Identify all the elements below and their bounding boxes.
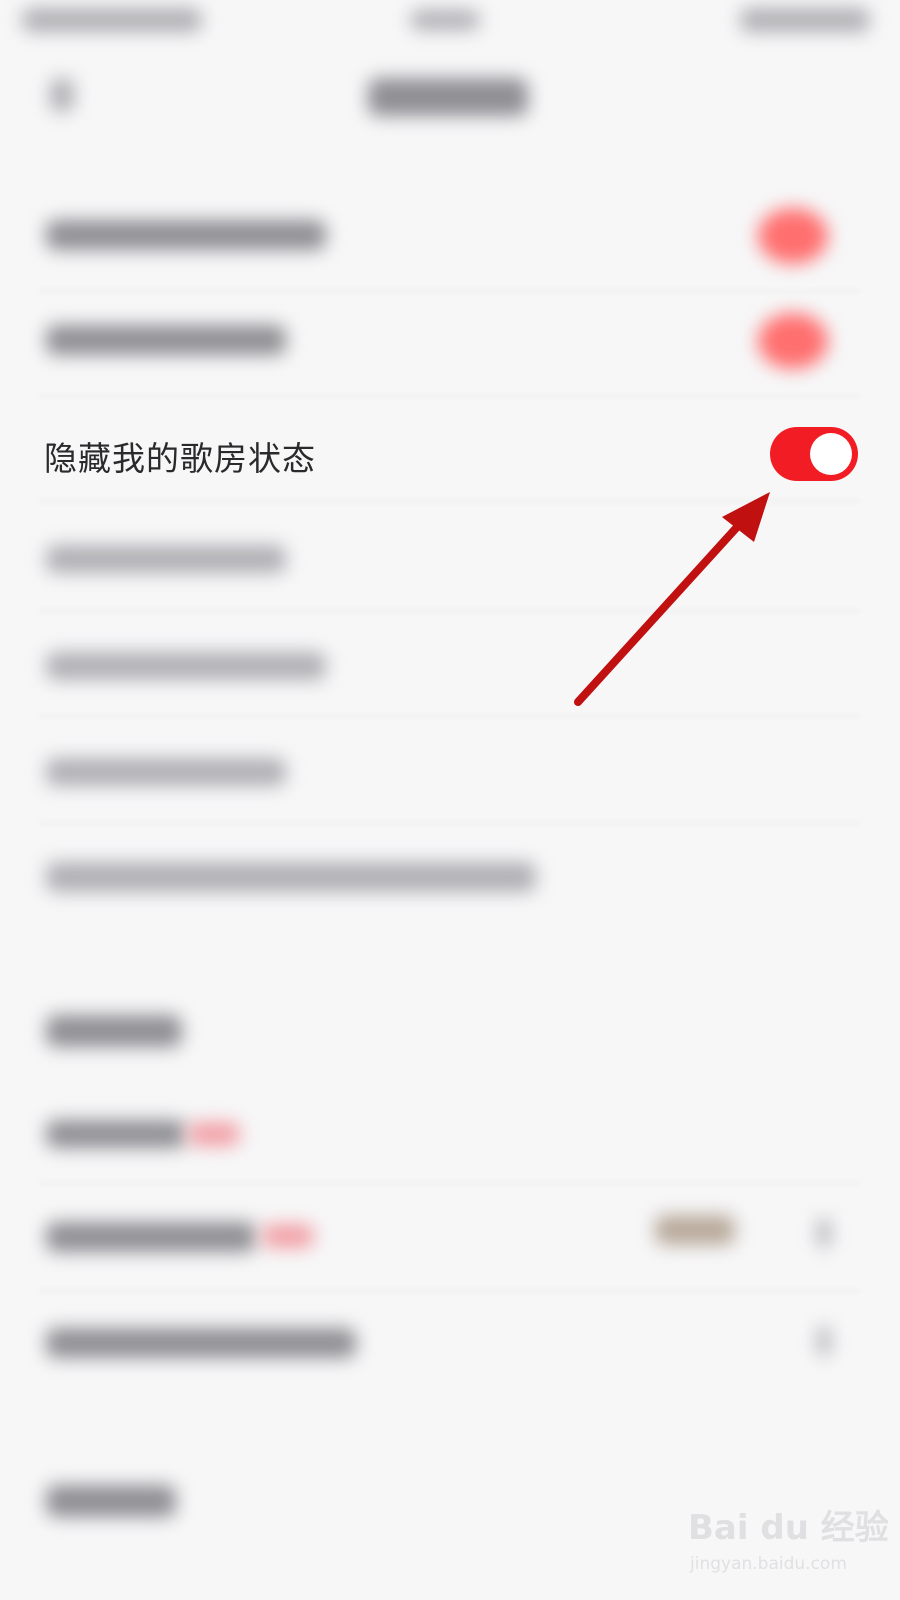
section-header: [46, 1485, 176, 1517]
divider: [40, 395, 860, 397]
chevron-right-icon: [818, 1326, 830, 1356]
watermark-logo: Bai du 经验: [688, 1508, 889, 1548]
setting-row-1-label: [46, 220, 326, 250]
setting-row-9-value: [655, 1215, 735, 1245]
divider: [40, 1290, 860, 1292]
new-badge: [188, 1122, 240, 1146]
setting-row-8-label: [46, 1120, 186, 1148]
hide-karaoke-status-label: 隐藏我的歌房状态: [44, 439, 316, 478]
divider: [40, 290, 860, 292]
status-bar-right: [740, 8, 870, 32]
hide-karaoke-status-row: 隐藏我的歌房状态: [0, 410, 900, 500]
divider: [40, 822, 860, 824]
status-bar-left: [22, 8, 202, 32]
toggle-knob: [810, 433, 852, 475]
new-badge: [262, 1224, 314, 1248]
divider: [40, 715, 860, 717]
setting-row-10-label: [46, 1328, 356, 1358]
watermark-url: jingyan.baidu.com: [690, 1554, 847, 1574]
hide-karaoke-status-toggle[interactable]: [770, 427, 858, 481]
chevron-right-icon: [818, 1218, 830, 1248]
settings-screen: 隐藏我的歌房状态 Bai du 经验 jingyan.baidu.com: [0, 0, 900, 1600]
setting-row-6-label: [46, 758, 286, 786]
setting-row-2-label: [46, 325, 286, 355]
setting-row-1-toggle[interactable]: [758, 208, 828, 264]
status-bar-center: [410, 10, 480, 30]
page-title: [368, 78, 528, 116]
setting-row-5-label: [46, 652, 326, 680]
section-header: [46, 1015, 182, 1047]
divider: [40, 1182, 860, 1184]
divider: [40, 610, 860, 612]
setting-row-9-label: [46, 1222, 256, 1252]
back-icon[interactable]: [50, 78, 74, 112]
setting-row-7-label: [46, 862, 536, 892]
divider: [40, 500, 860, 502]
setting-row-4-label: [46, 545, 286, 573]
setting-row-2-toggle[interactable]: [758, 313, 828, 369]
baidu-jingyan-watermark: Bai du 经验 jingyan.baidu.com: [688, 1500, 889, 1584]
